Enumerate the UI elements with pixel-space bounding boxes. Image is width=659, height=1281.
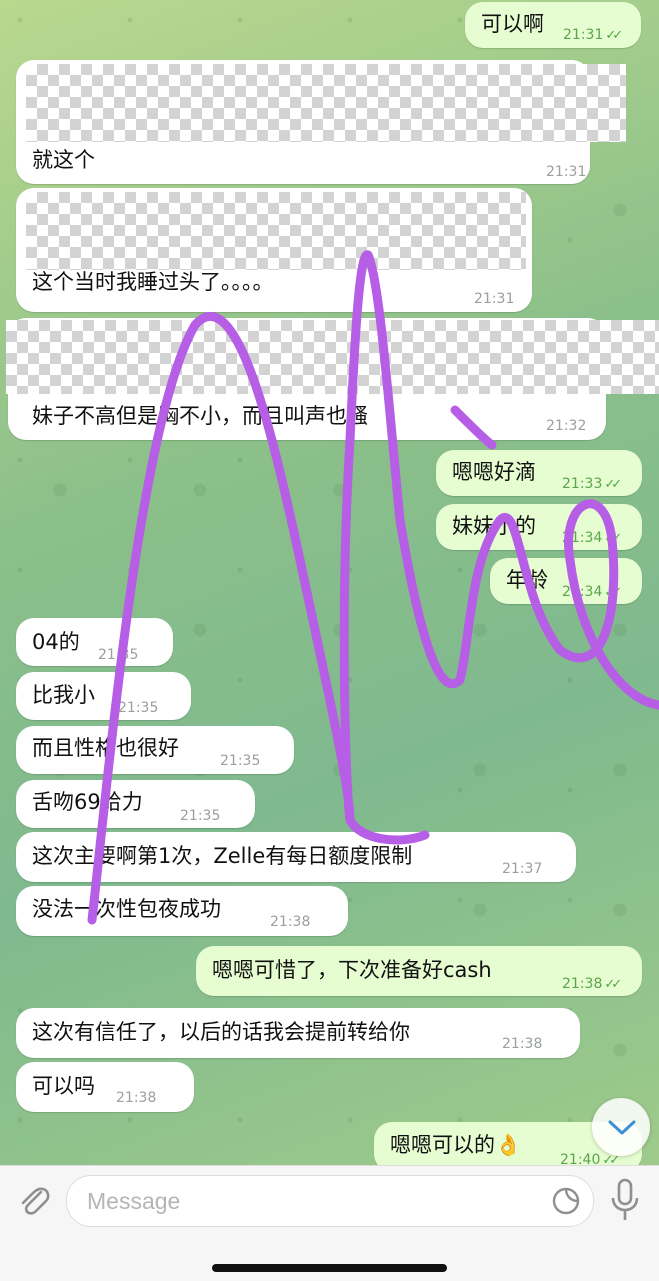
message-bubble-incoming[interactable]: 而且性格也很好 21:35: [16, 726, 294, 774]
message-time: 21:31: [474, 291, 515, 307]
message-bubble-incoming[interactable]: 没法一次性包夜成功 21:38: [16, 886, 348, 936]
message-text: 没法一次性包夜成功: [32, 897, 221, 921]
message-bubble-outgoing[interactable]: 嗯嗯可惜了，下次准备好cash 21:38 ✓✓: [196, 946, 642, 996]
message-time: 21:37: [502, 861, 543, 877]
message-bubble-incoming[interactable]: 这次主要啊第1次，Zelle有每日额度限制 21:37: [16, 832, 576, 882]
message-time: 21:38 ✓✓: [562, 976, 622, 992]
message-time: 21:31: [546, 164, 587, 180]
message-text: 就这个: [32, 148, 95, 172]
message-text: 嗯嗯可以的👌: [390, 1133, 522, 1157]
sticker-icon[interactable]: [551, 1186, 581, 1216]
message-bubble-incoming[interactable]: 这次有信任了，以后的话我会提前转给你 21:38: [16, 1008, 580, 1058]
message-time: 21:31 ✓✓: [563, 27, 623, 43]
blurred-image[interactable]: [26, 64, 626, 142]
message-time: 21:34 ✓✓: [562, 584, 622, 600]
paperclip-icon[interactable]: [14, 1180, 54, 1220]
message-text: 妹妹小的: [452, 514, 536, 538]
message-time: 21:38: [502, 1036, 543, 1052]
double-check-icon: ✓✓: [604, 977, 622, 992]
message-bubble-incoming[interactable]: 04的 21:35: [16, 618, 173, 666]
message-bubble-outgoing[interactable]: 年龄 21:34 ✓✓: [490, 558, 642, 604]
double-check-icon: ✓✓: [604, 585, 622, 600]
message-bubble-incoming[interactable]: 这个当时我睡过头了。。。。 21:31: [16, 188, 532, 312]
message-time: 21:38: [116, 1090, 157, 1106]
message-text: 可以吗: [32, 1074, 95, 1098]
message-bubble-outgoing[interactable]: 嗯嗯好滴 21:33 ✓✓: [436, 450, 642, 496]
message-text: 这个当时我睡过头了。。。。: [32, 270, 274, 294]
message-text: 年龄: [506, 568, 548, 592]
message-time: 21:35: [118, 700, 159, 716]
message-field[interactable]: [66, 1175, 594, 1227]
message-input[interactable]: [85, 1182, 529, 1220]
message-bubble-outgoing[interactable]: 妹妹小的 21:34 ✓✓: [436, 504, 642, 550]
home-indicator: [212, 1264, 447, 1272]
message-bubble-outgoing[interactable]: 可以啊 21:31 ✓✓: [465, 2, 641, 48]
double-check-icon: ✓✓: [604, 531, 622, 546]
message-text: 这次主要啊第1次，Zelle有每日额度限制: [32, 844, 413, 868]
message-time: 21:33 ✓✓: [562, 476, 622, 492]
scroll-to-bottom-button[interactable]: [592, 1098, 650, 1156]
message-text: 而且性格也很好: [32, 736, 179, 760]
blurred-image[interactable]: [26, 192, 526, 270]
blurred-image[interactable]: [6, 320, 659, 394]
message-text: 这次有信任了，以后的话我会提前转给你: [32, 1020, 410, 1044]
message-bubble-incoming[interactable]: 妹子不高但是胸不小，而且叫声也骚 21:32: [6, 318, 659, 440]
message-time: 21:38: [270, 914, 311, 930]
message-bubble-incoming[interactable]: 就这个 21:31: [16, 60, 626, 184]
message-text: 04的: [32, 630, 80, 654]
message-time: 21:35: [180, 808, 221, 824]
message-bubble-incoming[interactable]: 舌吻69给力 21:35: [16, 780, 255, 828]
message-bubble-incoming[interactable]: 比我小 21:35: [16, 672, 191, 720]
message-time: 21:34 ✓✓: [562, 530, 622, 546]
message-bubble-incoming[interactable]: 可以吗 21:38: [16, 1062, 194, 1112]
double-check-icon: ✓✓: [604, 477, 622, 492]
message-text: 嗯嗯可惜了，下次准备好cash: [212, 958, 492, 982]
message-time: 21:35: [98, 647, 139, 663]
message-text: 舌吻69给力: [32, 790, 143, 814]
message-text: 可以啊: [481, 12, 544, 36]
message-time: 21:35: [220, 753, 261, 769]
microphone-icon[interactable]: [610, 1178, 640, 1222]
chevron-down-icon: [608, 1120, 636, 1135]
message-text: 比我小: [32, 683, 95, 707]
message-text: 嗯嗯好滴: [452, 460, 536, 484]
message-time: 21:32: [546, 418, 587, 434]
message-list[interactable]: 可以啊 21:31 ✓✓ 就这个 21:31 这个当时我睡过头了。。。。 21:3…: [0, 0, 659, 1165]
double-check-icon: ✓✓: [605, 28, 623, 43]
message-text: 妹子不高但是胸不小，而且叫声也骚: [32, 404, 368, 428]
